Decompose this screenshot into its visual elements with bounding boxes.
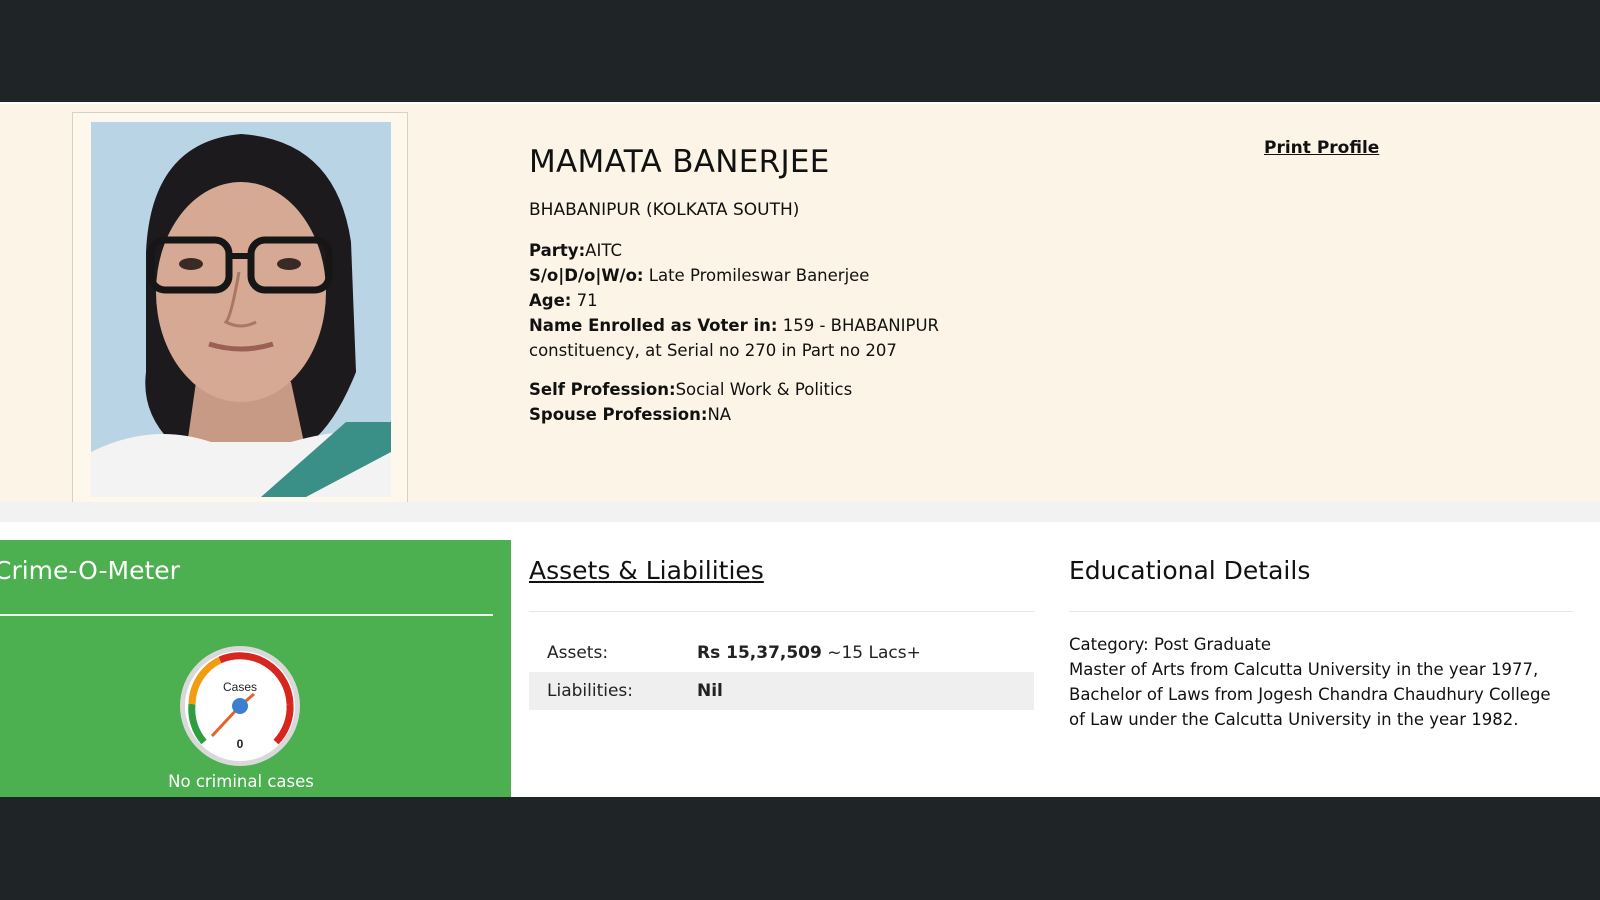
- assets-liabilities-link[interactable]: Assets & Liabilities: [529, 556, 1034, 585]
- relation-value: Late Promileswar Banerjee: [648, 266, 870, 285]
- voter-value: 159 - BHABANIPUR: [782, 316, 939, 335]
- liabilities-row: Liabilities: Nil: [529, 672, 1034, 710]
- liabilities-value-group: Nil: [697, 681, 723, 701]
- education-title-divider: [1069, 611, 1573, 612]
- candidate-info: MAMATA BANERJEE BHABANIPUR (KOLKATA SOUT…: [529, 144, 939, 427]
- education-details-text: Category: Post Graduate Master of Arts f…: [1069, 632, 1573, 732]
- assets-liabilities-section: Assets & Liabilities Assets: Rs 15,37,50…: [529, 540, 1034, 710]
- bottom-black-bar: [0, 797, 1600, 900]
- party-label: Party:: [529, 241, 586, 260]
- education-line: Bachelor of Laws from Jogesh Chandra Cha…: [1069, 685, 1551, 704]
- candidate-profile: MAMATA BANERJEE BHABANIPUR (KOLKATA SOUT…: [0, 102, 1600, 504]
- assets-value-group: Rs 15,37,509 ~15 Lacs+: [697, 643, 921, 663]
- crime-gauge: Cases 0: [180, 646, 300, 766]
- crime-caption: No criminal cases: [168, 772, 314, 791]
- crime-o-meter-panel: Crime-O-Meter Cases 0 No criminal cases: [0, 540, 511, 797]
- spouse-profession-value: NA: [707, 405, 732, 424]
- age-row: Age: 71: [529, 288, 939, 313]
- education-category: Category: Post Graduate: [1069, 635, 1272, 654]
- voter-row: Name Enrolled as Voter in: 159 - BHABANI…: [529, 313, 939, 338]
- spouse-profession-row: Spouse Profession:NA: [529, 402, 939, 427]
- gauge-label: Cases: [223, 680, 257, 694]
- liabilities-label: Liabilities:: [547, 681, 634, 701]
- crime-title-divider: [0, 614, 493, 616]
- educational-details-title: Educational Details: [1069, 556, 1311, 585]
- age-value: 71: [576, 291, 598, 310]
- assets-label: Assets:: [547, 643, 609, 663]
- constituency-name: BHABANIPUR (KOLKATA SOUTH): [529, 200, 800, 220]
- spouse-profession-label: Spouse Profession:: [529, 405, 708, 424]
- voter-label: Name Enrolled as Voter in:: [529, 316, 778, 335]
- relation-label: S/o|D/o|W/o:: [529, 266, 644, 285]
- section-divider: [0, 502, 1600, 522]
- self-profession-label: Self Profession:: [529, 380, 676, 399]
- education-line: of Law under the Calcutta University in …: [1069, 710, 1519, 729]
- party-row: Party:AITC: [529, 238, 939, 263]
- assets-value: Rs 15,37,509: [697, 643, 822, 663]
- party-value: AITC: [585, 241, 622, 260]
- gauge-value: 0: [237, 737, 244, 751]
- print-profile-link[interactable]: Print Profile: [1264, 138, 1379, 158]
- relation-row: S/o|D/o|W/o: Late Promileswar Banerjee: [529, 263, 939, 288]
- candidate-photo: [91, 122, 391, 497]
- top-black-bar: [0, 0, 1600, 102]
- assets-approx: ~15 Lacs+: [827, 643, 921, 663]
- candidate-photo-frame: [72, 112, 408, 504]
- self-profession-row: Self Profession:Social Work & Politics: [529, 377, 939, 402]
- candidate-name: MAMATA BANERJEE: [529, 144, 830, 180]
- liabilities-value: Nil: [697, 681, 723, 701]
- educational-details-section: Educational Details Category: Post Gradu…: [1069, 540, 1573, 732]
- age-label: Age:: [529, 291, 572, 310]
- crime-o-meter-title: Crime-O-Meter: [0, 556, 180, 585]
- voter-row-continued: constituency, at Serial no 270 in Part n…: [529, 341, 897, 360]
- assets-row: Assets: Rs 15,37,509 ~15 Lacs+: [529, 634, 1034, 672]
- education-line: Master of Arts from Calcutta University …: [1069, 660, 1539, 679]
- self-profession-value: Social Work & Politics: [675, 380, 853, 399]
